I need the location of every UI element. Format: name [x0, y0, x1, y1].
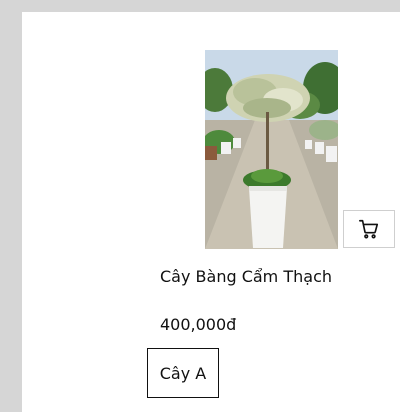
product-tag[interactable]: Cây A [147, 348, 219, 398]
product-card: Cây Bàng Cẩm Thạch 400,000đ Cây A [22, 12, 400, 412]
shopping-cart-icon [359, 219, 379, 239]
product-name[interactable]: Cây Bàng Cẩm Thạch [160, 267, 332, 286]
product-price: 400,000đ [160, 315, 237, 334]
add-to-cart-button[interactable] [343, 210, 395, 248]
product-image[interactable] [205, 50, 338, 249]
